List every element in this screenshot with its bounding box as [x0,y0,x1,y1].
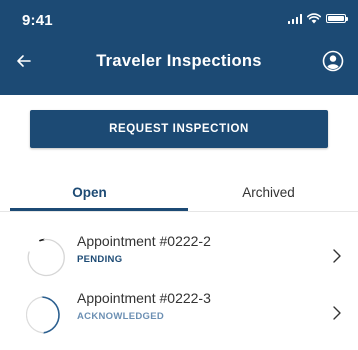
status-badge: PENDING [77,254,123,265]
app-header: 9:41 Traveler Inspections [0,0,358,95]
request-inspection-button[interactable]: REQUEST INSPECTION [30,110,328,148]
battery-icon [326,14,348,23]
signal-icon [287,13,302,24]
appointment-title: Appointment #0222-3 [77,290,211,306]
status-badge: ACKNOWLEDGED [77,311,164,322]
appointment-title: Appointment #0222-2 [77,233,211,249]
profile-icon[interactable] [322,50,344,72]
appointment-list-item[interactable]: Appointment #0222-3 ACKNOWLEDGED [0,283,358,341]
appointment-list-item[interactable]: Appointment #0222-2 PENDING [0,226,358,284]
status-time: 9:41 [22,12,53,29]
wifi-icon [307,13,321,24]
pending-status-icon [27,238,65,277]
page-title: Traveler Inspections [96,52,262,70]
chevron-right-icon [333,306,341,320]
tab-bar: Open Archived [0,178,358,212]
status-icons [287,13,348,24]
active-tab-indicator [10,208,188,211]
tab-open[interactable]: Open [0,185,179,200]
chevron-right-icon [333,249,341,263]
acknowledged-status-icon [26,296,60,334]
tab-archived[interactable]: Archived [179,185,358,200]
